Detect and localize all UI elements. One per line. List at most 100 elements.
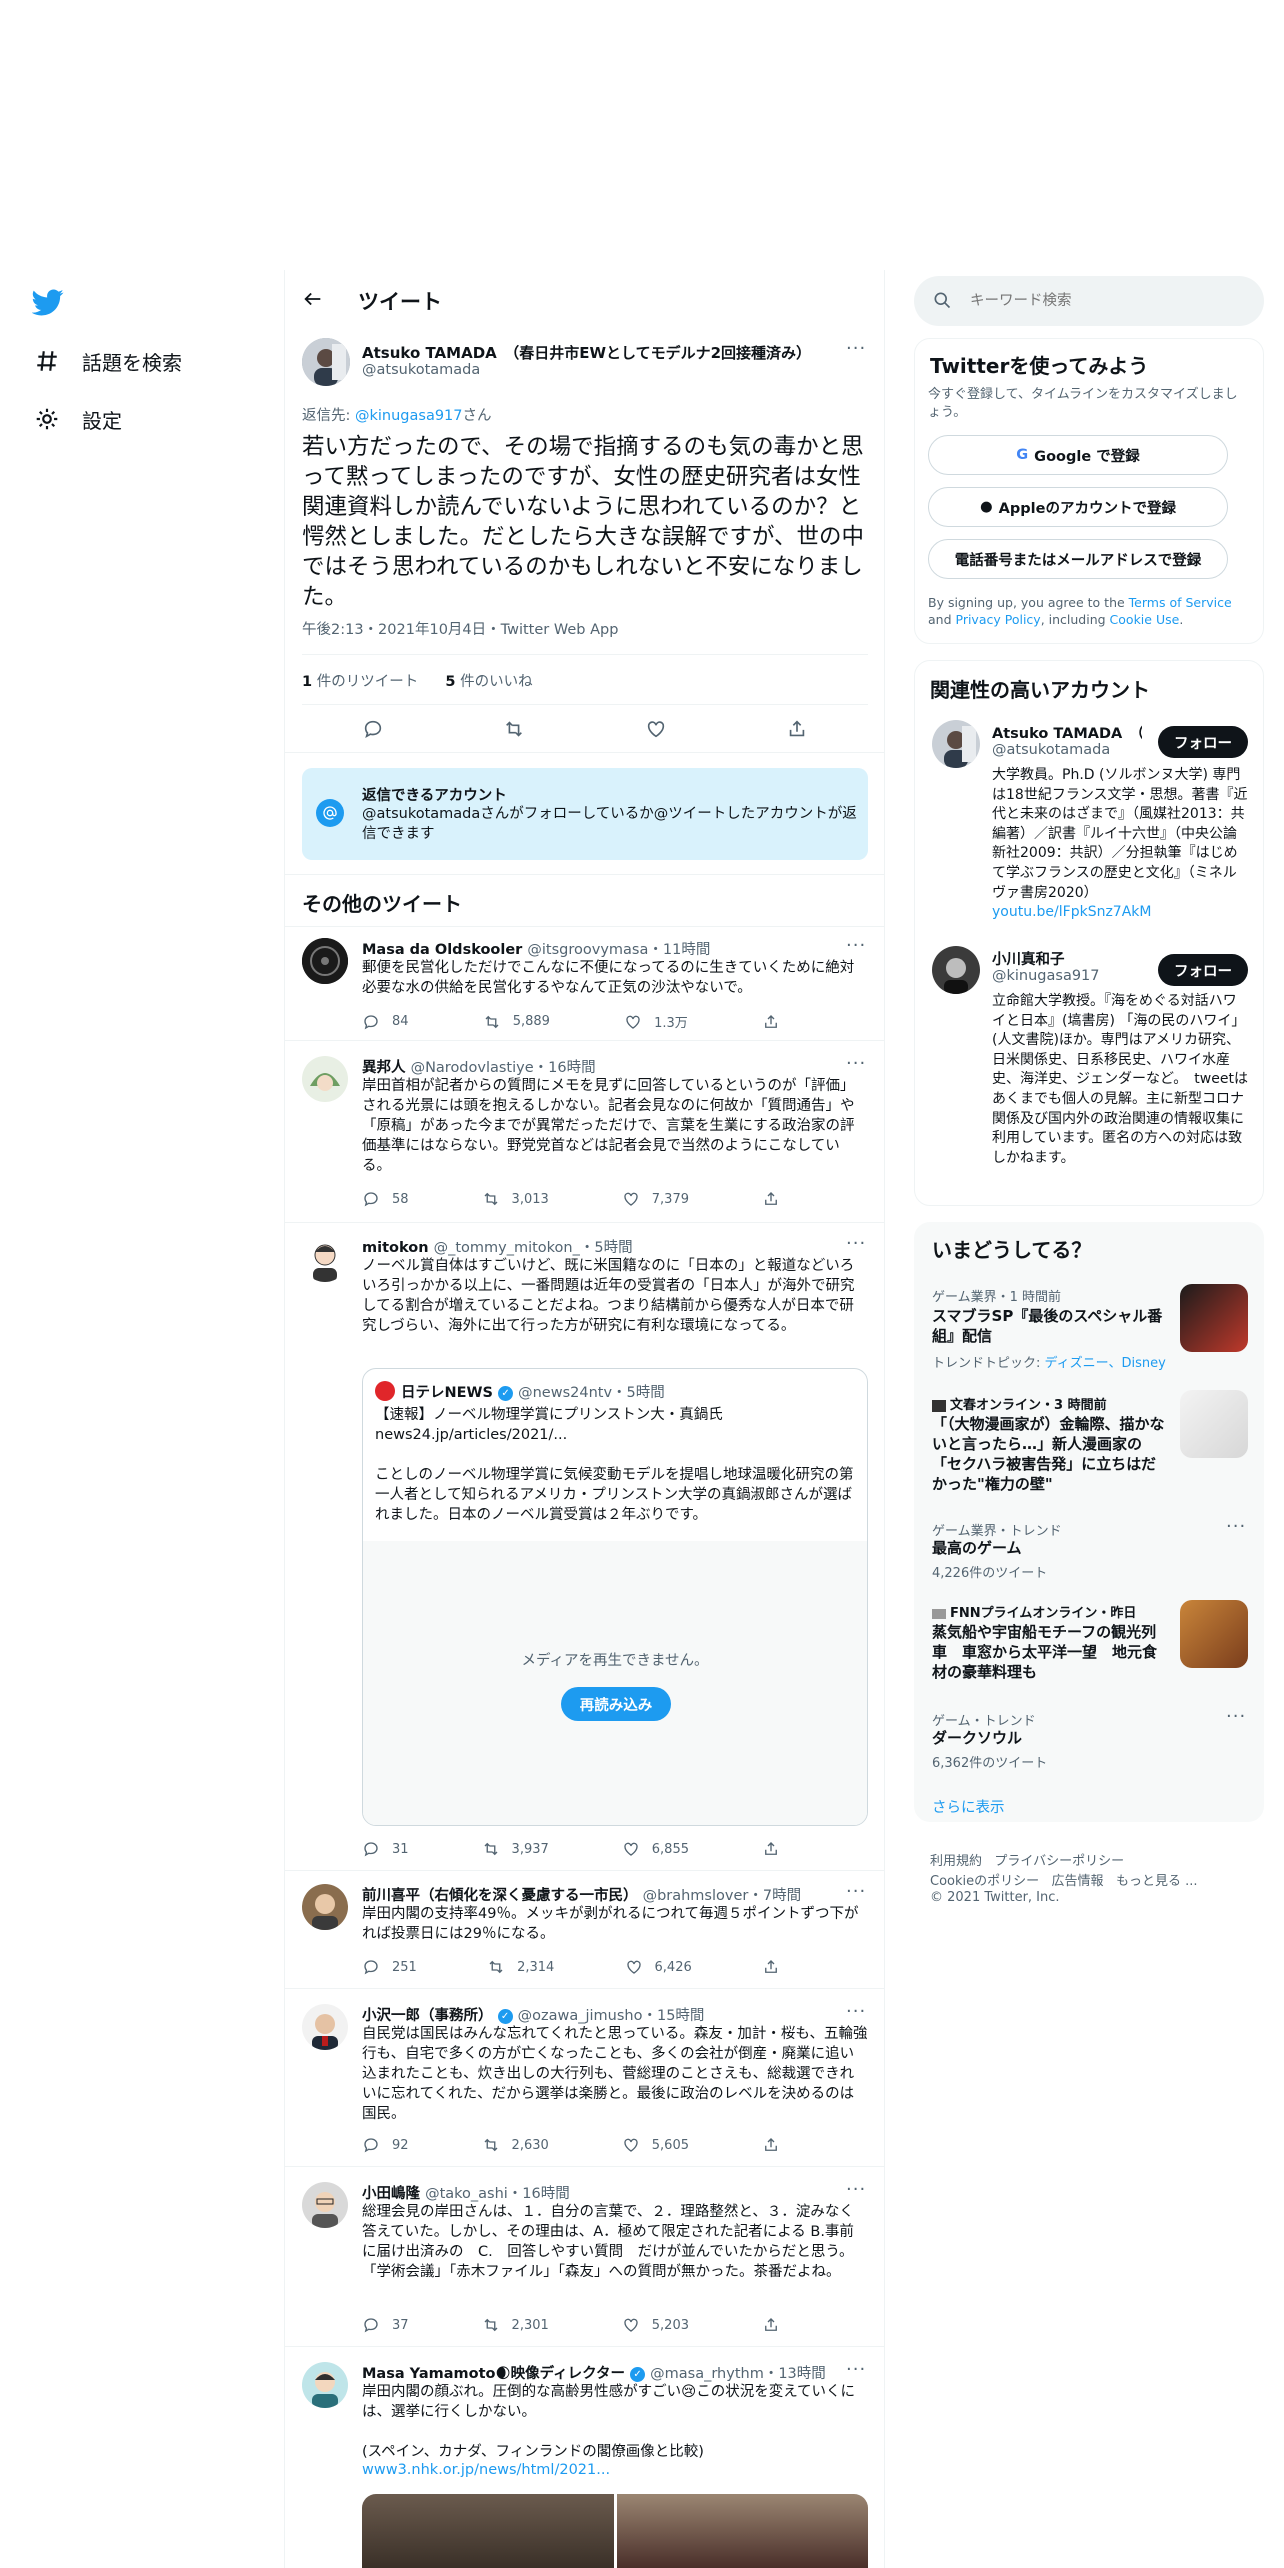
cookie-link[interactable]: Cookie Use: [1110, 612, 1180, 627]
more-icon[interactable]: ···: [846, 1053, 866, 1074]
retweet-count[interactable]: 2,314: [487, 1958, 554, 1976]
retweet-count[interactable]: 3,937: [482, 1840, 549, 1858]
reply-count[interactable]: 84: [362, 1012, 409, 1031]
tweet-author[interactable]: Masa Yamamoto🌒映像ディレクター ✓ @masa_rhythm・13…: [362, 2362, 826, 2383]
follow-button[interactable]: フォロー: [1158, 954, 1248, 986]
retweet-icon[interactable]: [503, 718, 525, 744]
trend-thumbnail[interactable]: [1180, 1600, 1248, 1668]
privacy-link[interactable]: Privacy Policy: [956, 612, 1041, 627]
reply-icon[interactable]: [362, 718, 384, 744]
reply-to-link[interactable]: @kinugasa917: [355, 408, 463, 424]
like-count[interactable]: 7,379: [622, 1190, 689, 1208]
share-icon[interactable]: [762, 2136, 792, 2154]
more-icon[interactable]: ···: [1226, 1516, 1246, 1537]
reply-count[interactable]: 58: [362, 1190, 409, 1208]
tweet-author[interactable]: mitokon @_tommy_mitokon_・5時間: [362, 1236, 633, 1257]
show-more-link[interactable]: さらに表示: [932, 1796, 1005, 1817]
footer-link[interactable]: 広告情報: [1052, 1874, 1104, 1889]
trend-title[interactable]: 蒸気船や宇宙船モチーフの観光列車 車窓から太平洋一望 地元食材の豪華料理も: [932, 1622, 1168, 1682]
avatar[interactable]: [302, 1884, 348, 1930]
tweet-author[interactable]: Masa da Oldskooler @itsgroovymasa・11時間: [362, 938, 710, 959]
tweet-author[interactable]: 異邦人 @Narodovlastiye・16時間: [362, 1056, 596, 1077]
search-bar[interactable]: [914, 276, 1264, 326]
tweet-timestamp[interactable]: 午後2:13・2021年10月4日・Twitter Web App: [302, 618, 618, 639]
trend-title[interactable]: ダークソウル: [932, 1728, 1022, 1748]
more-icon[interactable]: ···: [846, 1881, 866, 1902]
author-name[interactable]: Atsuko TAMADA （春日井市EWとしてモデルナ2回接種済み）: [362, 342, 811, 363]
like-count[interactable]: 1.3万: [624, 1012, 688, 1031]
reply-count[interactable]: 92: [362, 2136, 409, 2154]
back-arrow-icon[interactable]: [302, 288, 328, 314]
author-handle[interactable]: @atsukotamada: [362, 362, 480, 378]
share-icon[interactable]: [762, 1012, 792, 1031]
share-icon[interactable]: [762, 1190, 792, 1208]
more-icon[interactable]: ···: [846, 2179, 866, 2200]
terms-link[interactable]: Terms of Service: [1129, 595, 1232, 610]
related-link[interactable]: youtu.be/lFpkSnz7AkM: [992, 904, 1151, 920]
like-count[interactable]: 5,605: [622, 2136, 689, 2154]
related-name[interactable]: 小川真和子: [992, 948, 1065, 969]
nav-explore[interactable]: 話題を検索: [34, 344, 182, 378]
share-icon[interactable]: [762, 1958, 792, 1976]
trend-thumbnail[interactable]: [1180, 1284, 1248, 1352]
retweet-count[interactable]: 2,630: [482, 2136, 549, 2154]
more-icon[interactable]: ···: [846, 2359, 866, 2380]
reply-count[interactable]: 31: [362, 1840, 409, 1858]
footer-link[interactable]: Cookieのポリシー: [930, 1874, 1039, 1889]
twitter-logo-icon[interactable]: [31, 286, 64, 318]
google-signup-button[interactable]: G Google で登録: [928, 435, 1228, 475]
footer-link[interactable]: 利用規約: [930, 1854, 982, 1869]
retweet-count[interactable]: 3,013: [482, 1190, 549, 1208]
avatar[interactable]: [302, 1236, 348, 1282]
retweets-stat[interactable]: 1 件のリツイート: [302, 674, 418, 690]
footer-link[interactable]: もっと見る ...: [1116, 1874, 1198, 1889]
nav-settings[interactable]: 設定: [34, 402, 122, 436]
reload-button[interactable]: 再読み込み: [561, 1687, 671, 1721]
more-icon[interactable]: ···: [846, 338, 866, 359]
follow-button[interactable]: フォロー: [1158, 726, 1248, 758]
avatar[interactable]: [302, 2004, 348, 2050]
avatar[interactable]: [302, 338, 350, 386]
like-count[interactable]: 6,426: [625, 1958, 692, 1976]
quoted-tweet-card[interactable]: 日テレNEWS ✓ @news24ntv・5時間 【速報】ノーベル物理学賞にプリ…: [362, 1368, 868, 1826]
retweet-count[interactable]: 2,301: [482, 2316, 549, 2334]
tweet-image[interactable]: [616, 2494, 868, 2568]
reply-count[interactable]: 37: [362, 2316, 409, 2334]
more-icon[interactable]: ···: [846, 2001, 866, 2022]
apple-signup-button[interactable]: ● Appleのアカウントで登録: [928, 487, 1228, 527]
trend-topic-link[interactable]: ディズニー、Disney: [1045, 1356, 1166, 1371]
tweet-author[interactable]: 小田嶋隆 @tako_ashi・16時間: [362, 2182, 570, 2203]
avatar[interactable]: [302, 2182, 348, 2228]
like-icon[interactable]: [645, 718, 667, 744]
share-icon[interactable]: [786, 718, 808, 744]
related-handle[interactable]: @kinugasa917: [992, 968, 1100, 984]
share-icon[interactable]: [762, 2316, 792, 2334]
related-name[interactable]: Atsuko TAMADA （春日井市EWとしてモデルナ2回接種済み）: [992, 722, 1142, 743]
likes-stat[interactable]: 5 件のいいね: [445, 674, 532, 690]
tweet-image-grid[interactable]: [362, 2494, 868, 2568]
more-icon[interactable]: ···: [846, 935, 866, 956]
phone-signup-button[interactable]: 電話番号またはメールアドレスで登録: [928, 539, 1228, 579]
more-icon[interactable]: ···: [1226, 1706, 1246, 1727]
tweet-author[interactable]: 小沢一郎（事務所） ✓ @ozawa_jimusho・15時間: [362, 2004, 704, 2025]
search-input[interactable]: [970, 288, 1240, 314]
share-icon[interactable]: [762, 1840, 792, 1858]
reply-count[interactable]: 251: [362, 1958, 417, 1976]
like-count[interactable]: 6,855: [622, 1840, 689, 1858]
avatar[interactable]: [302, 1056, 348, 1102]
avatar[interactable]: [302, 938, 348, 984]
retweet-count[interactable]: 5,889: [483, 1012, 550, 1031]
avatar[interactable]: [932, 946, 980, 994]
avatar[interactable]: [302, 2362, 348, 2408]
tweet-link[interactable]: www3.nhk.or.jp/news/html/2021...: [362, 2462, 610, 2478]
trend-title[interactable]: 最高のゲーム: [932, 1538, 1022, 1558]
related-handle[interactable]: @atsukotamada: [992, 742, 1110, 758]
trend-thumbnail[interactable]: [1180, 1390, 1248, 1458]
trend-title[interactable]: 「（大物漫画家が）金輪際、描かないと言ったら…」新人漫画家の「セクハラ被害告発」…: [932, 1414, 1168, 1494]
like-count[interactable]: 5,203: [622, 2316, 689, 2334]
footer-link[interactable]: プライバシーポリシー: [994, 1854, 1124, 1869]
tweet-image[interactable]: [362, 2494, 614, 2568]
more-icon[interactable]: ···: [846, 1233, 866, 1254]
trend-title[interactable]: スマブラSP『最後のスペシャル番組』配信: [932, 1306, 1168, 1346]
avatar[interactable]: [932, 720, 980, 768]
